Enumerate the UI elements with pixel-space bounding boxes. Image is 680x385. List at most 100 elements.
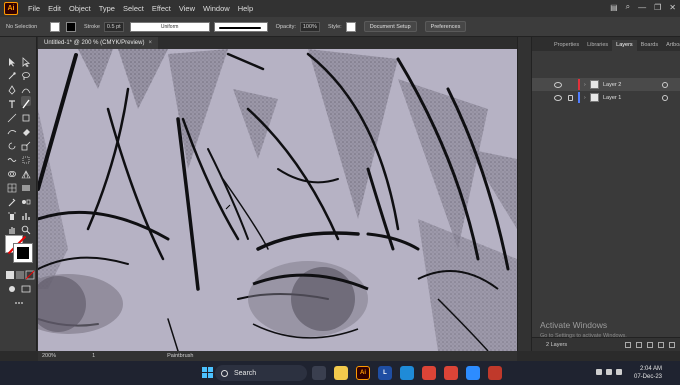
type-tool-icon[interactable] (7, 96, 17, 108)
selection-tool-icon[interactable] (7, 54, 17, 67)
app-icon[interactable] (466, 366, 480, 380)
hand-tool-icon[interactable] (7, 222, 17, 234)
menu-file[interactable]: File (28, 4, 40, 13)
chrome-icon[interactable] (422, 366, 436, 380)
document-setup-button[interactable]: Document Setup (363, 21, 417, 32)
opacity-field[interactable]: 100% (299, 21, 320, 32)
draw-mode-icon[interactable] (7, 281, 17, 292)
volume-icon[interactable] (606, 369, 612, 375)
lock-icon[interactable] (568, 94, 573, 101)
tab-libraries[interactable]: Libraries (583, 40, 612, 51)
layer-name[interactable]: Layer 2 (603, 82, 621, 88)
visibility-eye-icon[interactable] (554, 94, 562, 101)
tab-artboards[interactable]: Artboa (662, 40, 680, 51)
free-transform-tool-icon[interactable] (21, 152, 31, 164)
search-icon[interactable]: ⌕ (626, 2, 630, 12)
artboard-canvas[interactable] (38, 49, 517, 351)
taskbar-clock[interactable]: 2:04 AM 07-Dec-23 (634, 365, 662, 381)
tab-boards[interactable]: Boards (637, 40, 662, 51)
none-mode-icon[interactable] (25, 267, 35, 280)
stroke-weight-field[interactable]: 0.5 pt (103, 21, 124, 32)
battery-icon[interactable] (616, 369, 622, 375)
tab-properties[interactable]: Properties (550, 40, 583, 51)
zoom-tool-icon[interactable] (21, 222, 31, 235)
menu-type[interactable]: Type (99, 4, 115, 13)
delete-layer-icon[interactable] (669, 341, 675, 348)
eraser-tool-icon[interactable] (21, 124, 31, 136)
new-layer-icon[interactable] (658, 341, 664, 348)
new-sublayer-icon[interactable] (647, 341, 653, 348)
rectangle-tool-icon[interactable] (21, 110, 31, 122)
layer-name[interactable]: Layer 1 (603, 95, 621, 101)
fill-swatch[interactable] (50, 21, 60, 32)
locate-object-icon[interactable] (625, 341, 631, 348)
curvature-tool-icon[interactable] (21, 82, 31, 94)
brush-definition[interactable] (213, 21, 268, 32)
layer-row-1[interactable]: › Layer 1 (532, 91, 680, 104)
edit-toolbar-icon[interactable] (14, 295, 24, 305)
expand-chevron-icon[interactable]: › (584, 95, 586, 101)
taskbar-search[interactable]: Search (215, 365, 307, 381)
preferences-button[interactable]: Preferences (424, 21, 467, 32)
perspective-grid-tool-icon[interactable] (21, 166, 31, 179)
illustrator-app-icon[interactable]: Ai (356, 366, 370, 380)
symbol-sprayer-tool-icon[interactable] (7, 208, 17, 220)
windows-start-icon[interactable] (202, 367, 213, 378)
eyedropper-tool-icon[interactable] (7, 194, 17, 207)
menu-object[interactable]: Object (69, 4, 91, 13)
scale-tool-icon[interactable] (21, 138, 31, 151)
magic-wand-tool-icon[interactable] (7, 68, 17, 80)
menu-view[interactable]: View (179, 4, 195, 13)
pen-tool-icon[interactable] (7, 82, 17, 95)
variable-width-profile[interactable]: Uniform (129, 21, 210, 32)
shaper-tool-icon[interactable] (7, 124, 17, 135)
lasso-tool-icon[interactable] (21, 68, 31, 80)
tab-layers[interactable]: Layers (612, 40, 637, 51)
screen-mode-icon[interactable] (21, 281, 31, 293)
shape-builder-tool-icon[interactable] (7, 166, 17, 177)
color-mode-icon[interactable] (5, 267, 15, 279)
menu-effect[interactable]: Effect (152, 4, 171, 13)
stroke-color-swatch[interactable] (13, 243, 33, 263)
layer-target-icon[interactable] (662, 81, 668, 88)
stroke-label: Stroke (84, 23, 100, 30)
zoom-level[interactable]: 200% (42, 353, 56, 359)
edge-icon[interactable] (400, 366, 414, 380)
menu-window[interactable]: Window (203, 4, 230, 13)
graphic-style-swatch[interactable] (345, 21, 356, 32)
direct-selection-tool-icon[interactable] (21, 54, 31, 68)
rotate-tool-icon[interactable] (7, 138, 17, 150)
fill-stroke-selector[interactable] (5, 235, 33, 263)
recorder-icon[interactable] (488, 366, 502, 380)
make-clipping-mask-icon[interactable] (636, 341, 642, 348)
stroke-swatch[interactable] (66, 21, 76, 32)
document-tab[interactable]: Untitled-1* @ 200 % (CMYK/Preview) × (38, 37, 158, 49)
gradient-mode-icon[interactable] (15, 267, 25, 279)
menu-select[interactable]: Select (123, 4, 144, 13)
layer-target-icon[interactable] (662, 94, 668, 101)
column-graph-tool-icon[interactable] (21, 208, 31, 220)
workspace-icon[interactable]: ▤ (610, 3, 618, 12)
file-explorer-icon[interactable] (334, 366, 348, 380)
chrome-profile-icon[interactable] (444, 366, 458, 380)
menu-edit[interactable]: Edit (48, 4, 61, 13)
blend-tool-icon[interactable] (21, 194, 31, 205)
app-l-icon[interactable]: L (378, 366, 392, 380)
close-icon[interactable]: ✕ (669, 3, 676, 12)
visibility-eye-icon[interactable] (554, 81, 562, 88)
warp-tool-icon[interactable] (7, 152, 17, 162)
wifi-icon[interactable] (596, 369, 602, 375)
layer-row-2[interactable]: › Layer 2 (532, 78, 680, 91)
mesh-tool-icon[interactable] (7, 180, 17, 193)
menu-help[interactable]: Help (238, 4, 253, 13)
restore-icon[interactable]: ❐ (654, 3, 661, 12)
current-tool[interactable]: Paintbrush (167, 353, 193, 359)
expand-chevron-icon[interactable]: › (584, 82, 586, 88)
minimize-icon[interactable]: — (638, 3, 646, 12)
document-close-icon[interactable]: × (148, 40, 152, 46)
gradient-tool-icon[interactable] (21, 180, 31, 191)
artboard-number[interactable]: 1 (92, 353, 95, 359)
line-segment-tool-icon[interactable] (7, 110, 17, 123)
task-view-icon[interactable] (312, 366, 326, 380)
paintbrush-tool-icon[interactable] (21, 96, 31, 109)
